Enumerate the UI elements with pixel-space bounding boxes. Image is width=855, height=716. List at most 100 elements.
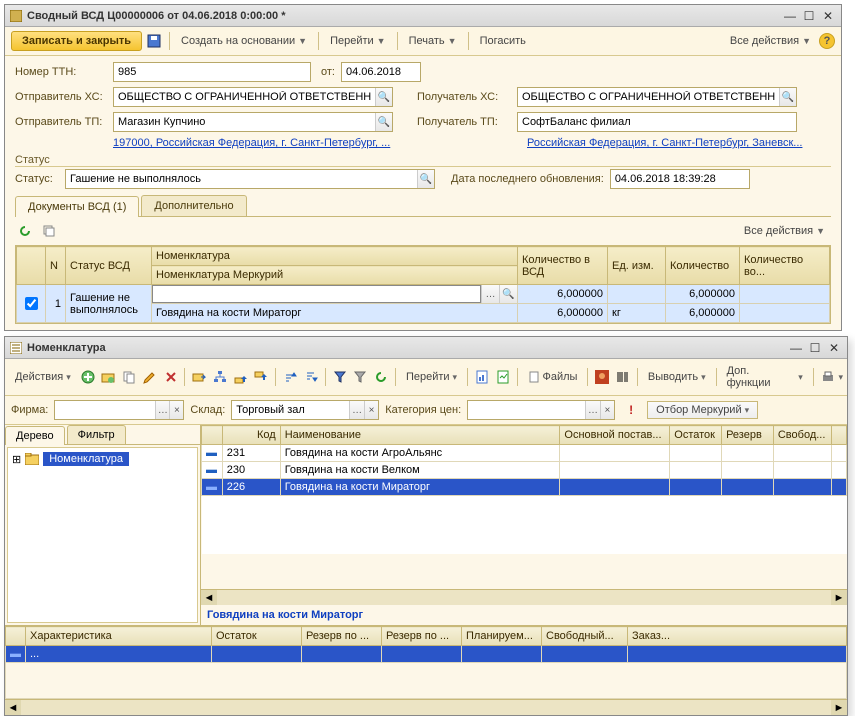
pay-button[interactable]: Погасить: [474, 32, 532, 50]
col-stock[interactable]: Остаток: [670, 426, 722, 445]
edit-icon[interactable]: [140, 367, 160, 387]
maximize-button[interactable]: ☐: [806, 340, 824, 356]
sender-tp-input[interactable]: [114, 113, 375, 131]
goto-button[interactable]: Перейти▼: [324, 32, 392, 50]
update-input[interactable]: [611, 170, 749, 188]
print-icon[interactable]: [818, 367, 838, 387]
barcode-icon[interactable]: [613, 367, 633, 387]
filter-off-icon[interactable]: [351, 367, 371, 387]
tree-view[interactable]: ⊞ Номенклатура: [7, 447, 198, 623]
nomenclature-grid[interactable]: Код Наименование Основной постав... Оста…: [201, 425, 847, 589]
firm-input[interactable]: [55, 401, 155, 419]
extra-button[interactable]: Доп. функции▾: [721, 362, 809, 392]
scroll-right-icon[interactable]: ►: [831, 590, 847, 605]
print-dropdown[interactable]: ▾: [838, 372, 843, 383]
sort-asc-icon[interactable]: [280, 367, 300, 387]
receiver-xc-input[interactable]: [518, 88, 779, 106]
table-row[interactable]: ▬230Говядина на кости Велком: [202, 462, 847, 479]
price-input[interactable]: [468, 401, 585, 419]
add-icon[interactable]: [78, 367, 98, 387]
ttn-input[interactable]: [114, 63, 310, 81]
col-plan[interactable]: Планируем...: [462, 627, 542, 646]
goto-button[interactable]: Перейти▾: [400, 368, 463, 386]
col-stock[interactable]: Остаток: [212, 627, 302, 646]
store-field[interactable]: …×: [231, 400, 379, 420]
tree-item-root[interactable]: ⊞ Номенклатура: [12, 452, 193, 466]
firm-field[interactable]: …×: [54, 400, 184, 420]
help-icon[interactable]: ?: [819, 33, 835, 49]
ellipsis-icon[interactable]: …: [155, 401, 169, 419]
characteristics-grid[interactable]: Характеристика Остаток Резерв по ... Рез…: [5, 625, 847, 715]
close-button[interactable]: ✕: [819, 8, 837, 24]
col-supplier[interactable]: Основной постав...: [560, 426, 670, 445]
lookup-icon[interactable]: 🔍: [499, 285, 517, 303]
vsd-grid[interactable]: N Статус ВСД Номенклатура Количество в В…: [15, 245, 831, 324]
lookup-icon[interactable]: 🔍: [417, 170, 434, 188]
col-nomen[interactable]: Номенклатура: [152, 247, 518, 266]
filter-icon[interactable]: [330, 367, 350, 387]
sort-desc-icon[interactable]: [301, 367, 321, 387]
refresh-icon[interactable]: [15, 221, 35, 241]
col-qty-ret[interactable]: Количество во...: [740, 247, 830, 285]
col-nomen-mercury[interactable]: Номенклатура Меркурий: [152, 266, 518, 285]
actions-button[interactable]: Действия▾: [9, 368, 77, 386]
col-reserve[interactable]: Резерв: [722, 426, 774, 445]
col-n[interactable]: N: [46, 247, 66, 285]
store-input[interactable]: [232, 401, 349, 419]
output-button[interactable]: Выводить▾: [642, 368, 712, 386]
level-up-icon[interactable]: [231, 367, 251, 387]
col-qty-vsd[interactable]: Количество в ВСД: [518, 247, 608, 285]
ot-field[interactable]: [341, 62, 421, 82]
grid-all-actions[interactable]: Все действия▼: [738, 222, 831, 240]
col-code[interactable]: Код: [222, 426, 280, 445]
minimize-button[interactable]: —: [787, 340, 805, 356]
col-unit[interactable]: Ед. изм.: [608, 247, 666, 285]
all-actions-button[interactable]: Все действия▼: [724, 32, 817, 50]
status-field[interactable]: 🔍: [65, 169, 435, 189]
scroll-right-icon[interactable]: ►: [831, 700, 847, 715]
sender-xc-field[interactable]: 🔍: [113, 87, 393, 107]
alert-icon[interactable]: !: [621, 400, 641, 420]
col-order[interactable]: Заказ...: [628, 627, 847, 646]
receiver-tp-input[interactable]: [518, 113, 796, 131]
expand-icon[interactable]: ⊞: [12, 453, 21, 466]
copy-icon[interactable]: [39, 221, 59, 241]
table-row-selected[interactable]: ▬226Говядина на кости Мираторг: [202, 479, 847, 496]
lookup-icon[interactable]: 🔍: [375, 113, 392, 131]
mercury-filter-button[interactable]: Отбор Меркурий ▾: [647, 401, 758, 419]
close-button[interactable]: ✕: [825, 340, 843, 356]
sender-address-link[interactable]: 197000, Российская Федерация, г. Санкт-П…: [113, 137, 403, 149]
add-folder-icon[interactable]: [98, 367, 118, 387]
ellipsis-icon[interactable]: …: [481, 285, 499, 303]
move-icon[interactable]: [189, 367, 209, 387]
cell-nomen-input[interactable]: [153, 285, 480, 303]
sender-tp-field[interactable]: 🔍: [113, 112, 393, 132]
tab-docs[interactable]: Документы ВСД (1): [15, 196, 139, 217]
ellipsis-icon[interactable]: …: [349, 401, 363, 419]
table-row-selected[interactable]: ▬...: [6, 646, 847, 663]
col-free[interactable]: Свобод...: [773, 426, 832, 445]
ttn-field[interactable]: [113, 62, 311, 82]
receiver-xc-field[interactable]: 🔍: [517, 87, 797, 107]
minimize-button[interactable]: —: [781, 8, 799, 24]
col-res1[interactable]: Резерв по ...: [302, 627, 382, 646]
scroll-left-icon[interactable]: ◄: [201, 590, 217, 605]
clear-icon[interactable]: ×: [364, 401, 378, 419]
price-field[interactable]: …×: [467, 400, 615, 420]
save-close-button[interactable]: Записать и закрыть: [11, 31, 142, 51]
table-row[interactable]: ▬231Говядина на кости АгроАльянс: [202, 445, 847, 462]
col-res2[interactable]: Резерв по ...: [382, 627, 462, 646]
col-char[interactable]: Характеристика: [26, 627, 212, 646]
sender-xc-input[interactable]: [114, 88, 375, 106]
receiver-address-link[interactable]: Российская Федерация, г. Санкт-Петербург…: [527, 137, 817, 149]
ot-input[interactable]: [342, 63, 420, 81]
col-status[interactable]: Статус ВСД: [66, 247, 152, 285]
col-free[interactable]: Свободный...: [542, 627, 628, 646]
maximize-button[interactable]: ☐: [800, 8, 818, 24]
tab-tree[interactable]: Дерево: [5, 426, 65, 445]
hscroll[interactable]: ◄►: [201, 589, 847, 605]
ellipsis-icon[interactable]: …: [585, 401, 599, 419]
delete-icon[interactable]: [161, 367, 181, 387]
report-icon[interactable]: [472, 367, 492, 387]
scroll-left-icon[interactable]: ◄: [5, 700, 21, 715]
